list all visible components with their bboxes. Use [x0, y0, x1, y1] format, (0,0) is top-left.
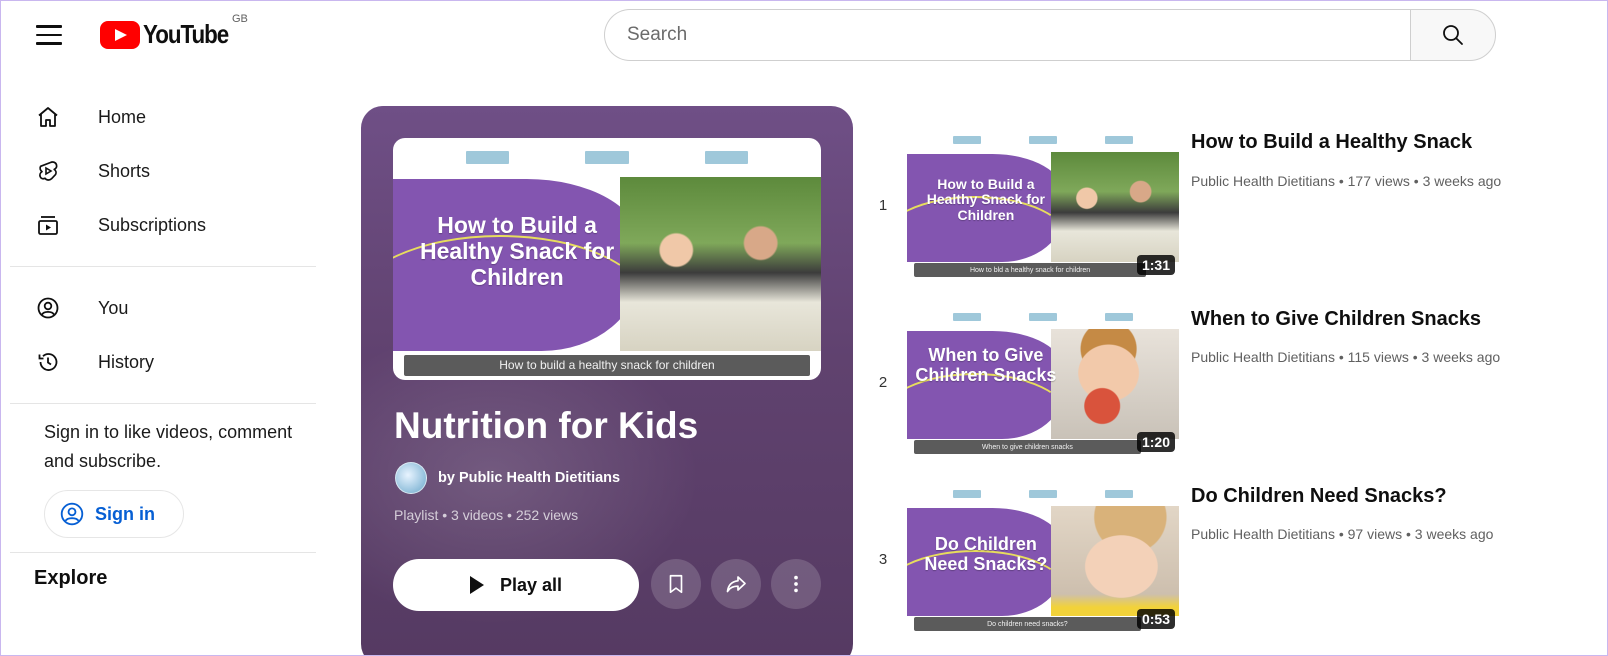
sidebar-divider [10, 403, 316, 404]
search-button[interactable] [1410, 9, 1496, 61]
sign-in-label: Sign in [95, 503, 155, 524]
play-all-label: Play all [499, 574, 563, 595]
history-icon [34, 348, 62, 376]
video-thumbnail[interactable]: How to Build a Healthy Snack for Childre… [907, 128, 1179, 280]
region-code: GB [232, 13, 248, 25]
playlist-thumbnail[interactable]: How to Build a Healthy Snack for Childre… [393, 138, 821, 380]
shorts-icon [34, 157, 62, 185]
video-meta: Public Health Dietitians • 115 views • 3… [1191, 349, 1501, 365]
menu-line [36, 25, 62, 28]
video-duration: 0:53 [1136, 609, 1175, 629]
partner-logos [907, 128, 1179, 152]
video-thumbnail[interactable]: When to Give Children Snacks When to giv… [907, 305, 1179, 457]
thumbnail-title-text: How to Build a Healthy Snack for Childre… [419, 212, 615, 290]
sidebar-item-home[interactable]: Home [10, 90, 320, 144]
video-title[interactable]: How to Build a Healthy Snack [1191, 131, 1472, 154]
subscriptions-icon [34, 211, 62, 239]
video-index: 1 [878, 197, 888, 214]
video-thumbnail[interactable]: Do Children Need Snacks? Do children nee… [907, 482, 1179, 634]
thumbnail-caption: How to bld a healthy snack for children [913, 263, 1147, 277]
video-meta: Public Health Dietitians • 177 views • 3… [1191, 173, 1502, 189]
logo-wordmark: YouTube [143, 19, 229, 49]
partner-logos [393, 138, 821, 177]
you-icon [34, 294, 62, 322]
video-duration: 1:31 [1136, 255, 1175, 275]
explore-heading: Explore [34, 567, 108, 589]
search-bar [604, 9, 1496, 61]
more-actions-button[interactable] [771, 559, 821, 609]
account-circle-icon [60, 502, 84, 526]
thumbnail-caption: When to give children snacks [913, 440, 1141, 454]
home-icon [34, 103, 62, 131]
sidebar-item-you[interactable]: You [10, 281, 320, 335]
video-meta: Public Health Dietitians • 97 views • 3 … [1191, 526, 1494, 542]
sidebar-divider [10, 552, 316, 553]
sidebar-divider [10, 266, 316, 267]
save-playlist-button[interactable] [651, 559, 701, 609]
share-icon [726, 576, 746, 593]
video-duration: 1:20 [1136, 432, 1175, 452]
sign-in-button[interactable]: Sign in [44, 490, 184, 538]
owner-name: by Public Health Dietitians [438, 470, 621, 486]
play-all-button[interactable]: Play all [393, 559, 639, 611]
sidebar-item-label: Shorts [98, 160, 151, 181]
sidebar-item-shorts[interactable]: Shorts [10, 144, 320, 198]
thumbnail-title-text: How to Build a Healthy Snack for Childre… [926, 175, 1045, 223]
thumbnail-title-text: Do Children Need Snacks? [924, 533, 1048, 574]
bookmark-icon [669, 574, 683, 594]
video-index: 2 [878, 374, 888, 391]
playlist-owner[interactable]: by Public Health Dietitians [395, 462, 620, 494]
children-photo [619, 176, 821, 351]
sidebar-item-label: You [98, 297, 129, 318]
signin-prompt: Sign in to like videos, comment and subs… [44, 422, 293, 471]
video-index: 3 [878, 551, 888, 568]
playlist-video-row[interactable]: 1 How to Build a Healthy Snack for Child… [870, 128, 1570, 288]
playlist-stats: Playlist • 3 videos • 252 views [394, 507, 579, 523]
play-icon [469, 576, 484, 594]
guide-sidebar: Home Shorts Subscriptions You History Si… [10, 90, 320, 590]
menu-line [36, 42, 62, 45]
thumbnail-caption: How to build a healthy snack for childre… [403, 354, 811, 377]
youtube-play-icon [100, 20, 140, 49]
child-eating-photo [1051, 329, 1179, 439]
playlist-video-row[interactable]: 2 When to Give Children Snacks When to g… [870, 305, 1570, 465]
sidebar-item-label: Home [98, 106, 147, 127]
share-button[interactable] [711, 559, 761, 609]
playlist-header-card: How to Build a Healthy Snack for Childre… [361, 106, 853, 656]
sidebar-item-subscriptions[interactable]: Subscriptions [10, 198, 320, 252]
search-icon [1443, 25, 1463, 45]
video-title[interactable]: Do Children Need Snacks? [1191, 485, 1447, 508]
video-title[interactable]: When to Give Children Snacks [1191, 308, 1481, 331]
sidebar-item-label: Subscriptions [98, 214, 207, 235]
sidebar-item-history[interactable]: History [10, 335, 320, 389]
child-face-photo [1051, 506, 1179, 616]
more-vert-icon [794, 575, 798, 593]
guide-menu-button[interactable] [34, 22, 64, 48]
channel-avatar [395, 462, 427, 494]
masthead: YouTube GB [0, 0, 1608, 70]
partner-logos [907, 482, 1179, 506]
thumbnail-title-text: When to Give Children Snacks [915, 344, 1057, 385]
sidebar-item-label: History [98, 351, 155, 372]
playlist-title: Nutrition for Kids [394, 405, 699, 446]
thumbnail-caption: Do children need snacks? [913, 617, 1141, 631]
menu-line [36, 33, 62, 37]
playlist-video-row[interactable]: 3 Do Children Need Snacks? Do children n… [870, 482, 1570, 642]
search-input[interactable] [604, 9, 1410, 61]
children-photo [1051, 152, 1179, 262]
youtube-logo[interactable]: YouTube GB [100, 13, 248, 50]
partner-logos [907, 305, 1179, 329]
